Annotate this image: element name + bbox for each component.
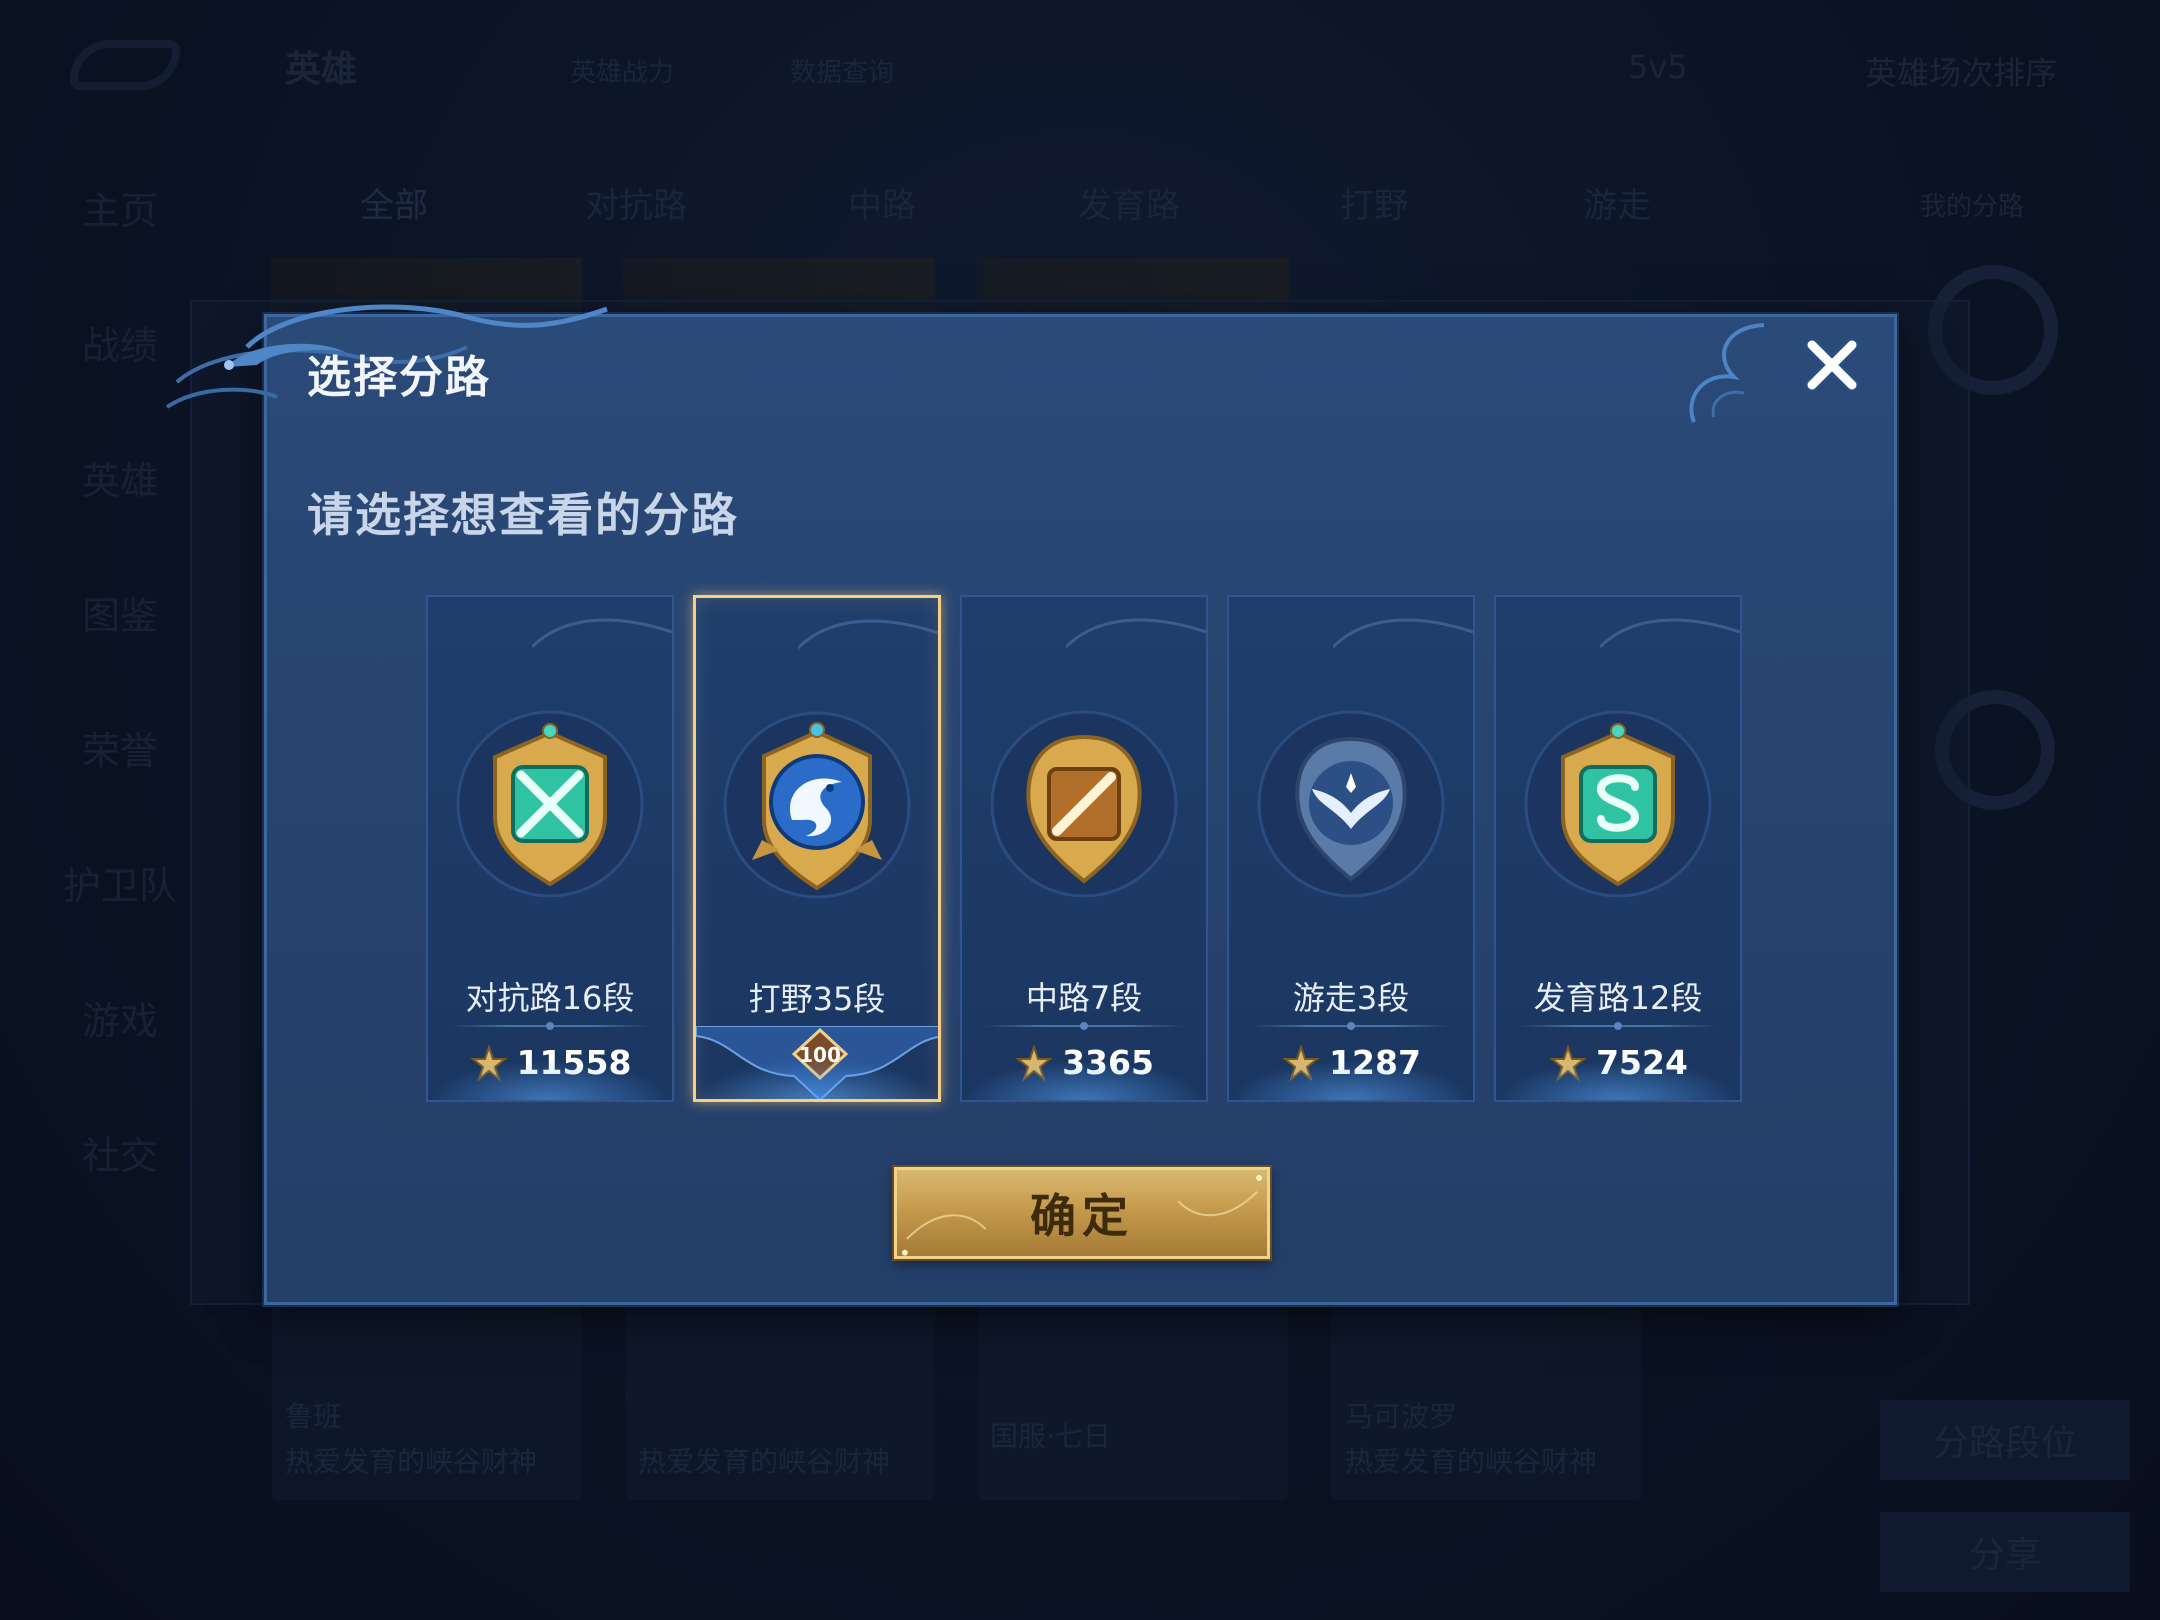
select-lane-dialog: 选择分路 请选择想查看的分路 对抗路16段 11558 [165, 304, 1897, 1305]
lane-option-clash[interactable]: 对抗路16段 11558 [426, 595, 674, 1102]
swirl-decoration [532, 618, 672, 649]
card-glow [696, 1059, 938, 1099]
lane-option-mid[interactable]: 中路7段 3365 [960, 595, 1208, 1102]
swirl-decoration [1333, 618, 1473, 649]
wings-badge-icon [1257, 710, 1445, 898]
divider [1518, 1022, 1718, 1030]
lane-name: 发育路12段 [1533, 979, 1703, 1017]
lane-name: 打野35段 [748, 980, 886, 1018]
lane-option-roam[interactable]: 游走3段 1287 [1227, 595, 1475, 1102]
card-glow [1229, 1060, 1473, 1100]
divider [450, 1022, 650, 1030]
dragon-badge-icon [723, 711, 911, 899]
farm-badge-icon [1524, 710, 1712, 898]
sword-badge-icon [456, 710, 644, 898]
swirl-decoration [1066, 618, 1206, 649]
swirl-decoration [1600, 618, 1740, 649]
card-glow [428, 1060, 672, 1100]
card-glow [1496, 1060, 1740, 1100]
lane-option-jungle[interactable]: 打野35段 100 [693, 595, 941, 1102]
mid-badge-icon [990, 710, 1178, 898]
lane-name: 游走3段 [1292, 979, 1410, 1017]
close-icon [1805, 338, 1859, 392]
lane-name: 中路7段 [1025, 979, 1143, 1017]
lane-name: 对抗路16段 [465, 979, 635, 1017]
dialog-subtitle: 请选择想查看的分路 [307, 488, 739, 542]
confirm-label: 确定 [1030, 1189, 1134, 1243]
close-button[interactable] [1800, 333, 1864, 397]
dialog-title: 选择分路 [307, 352, 491, 403]
swirl-decoration [798, 619, 938, 650]
lane-options: 对抗路16段 11558 打野35段 [426, 595, 1746, 1105]
confirm-button[interactable]: 确定 [894, 1167, 1270, 1259]
divider [1251, 1022, 1451, 1030]
card-glow [962, 1060, 1206, 1100]
divider [984, 1022, 1184, 1030]
lane-option-farm[interactable]: 发育路12段 7524 [1494, 595, 1742, 1102]
